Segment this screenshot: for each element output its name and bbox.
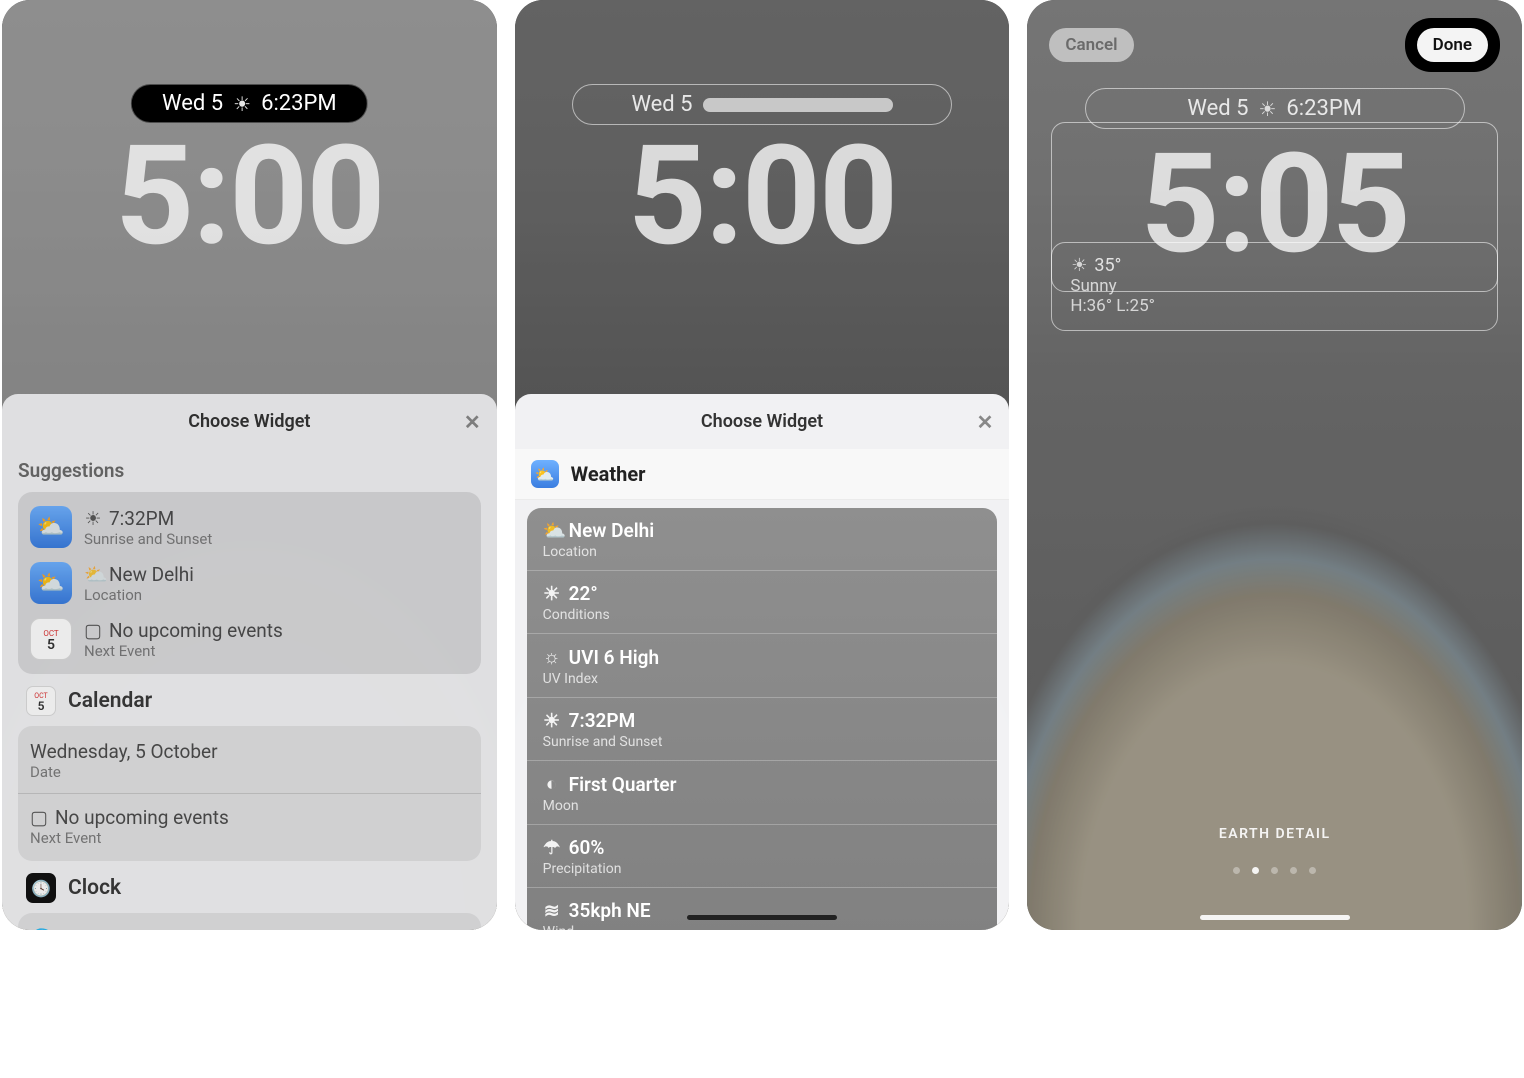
wallpaper-name: EARTH DETAIL (1027, 826, 1522, 842)
sunset-icon: ☀ (543, 709, 561, 732)
list-item[interactable]: Wednesday, 5 October Date (18, 732, 481, 789)
weather-app-header: ⛅ Weather (515, 449, 1010, 500)
list-item[interactable]: OCT5 ▢No upcoming events Next Event (18, 612, 481, 668)
done-highlight: Done (1405, 18, 1500, 72)
date-day: Wed 5 (1187, 96, 1248, 121)
home-indicator[interactable] (687, 915, 837, 920)
clock-card: 🌐CUP 4:30 AM City (18, 913, 481, 930)
weather-widget[interactable]: ☀35° Sunny H:36° L:25° (1051, 242, 1498, 331)
done-button[interactable]: Done (1417, 28, 1488, 62)
date-day: Wed 5 (631, 92, 692, 117)
calendar-icon: ▢ (30, 806, 48, 829)
date-day: Wed 5 (162, 91, 223, 116)
list-item[interactable]: ≋35kph NEWind (527, 887, 998, 930)
sun-icon: ☀ (543, 582, 561, 605)
sunset-icon: ☀ (1258, 97, 1276, 121)
date-time: 6:23PM (261, 91, 337, 116)
lock-clock[interactable]: 5:00 (2, 115, 497, 277)
lock-clock[interactable]: 5:00 (515, 115, 1010, 277)
suggestions-heading: Suggestions (18, 459, 481, 482)
list-item[interactable]: ▢No upcoming events Next Event (18, 798, 481, 855)
list-item[interactable]: ◐First QuarterMoon (527, 760, 998, 824)
sunset-icon: ☀ (233, 92, 251, 116)
sheet-title: Choose Widget (701, 411, 823, 432)
sheet-title: Choose Widget (188, 411, 310, 432)
sunset-icon: ☀ (84, 507, 102, 530)
wind-icon: ≋ (543, 899, 561, 922)
cancel-button[interactable]: Cancel (1049, 28, 1133, 62)
sun-icon: ☀ (1070, 255, 1088, 276)
calendar-card: Wednesday, 5 October Date ▢No upcoming e… (18, 726, 481, 861)
choose-widget-sheet: Choose Widget ✕ ⛅ Weather ⛅New DelhiLoca… (515, 394, 1010, 930)
phone-panel-3: Cancel Done Wed 5 ☀ 6:23PM 5:05 ☀35° Sun… (1027, 0, 1522, 930)
moon-icon: ◐ (543, 772, 561, 796)
close-icon[interactable]: ✕ (464, 410, 481, 434)
globe-icon: 🌐 (30, 927, 48, 930)
top-buttons: Cancel Done (1027, 18, 1522, 72)
weather-icon: ⛅ (30, 562, 72, 604)
umbrella-icon: ☂ (543, 836, 561, 859)
phone-panel-2: Wed 5 5:00 Choose Widget ✕ ⛅ Weather ⛅Ne… (515, 0, 1010, 930)
clock-app-icon: 🕓 (26, 873, 56, 903)
list-item[interactable]: ☂60%Precipitation (527, 824, 998, 887)
page-dots[interactable] (1027, 867, 1522, 874)
sheet-header: Choose Widget ✕ (515, 394, 1010, 449)
phone-panel-1: Wed 5 ☀ 6:23PM 5:00 Choose Widget ✕ Sugg… (2, 0, 497, 930)
list-item[interactable]: ⛅New DelhiLocation (527, 508, 998, 570)
choose-widget-sheet: Choose Widget ✕ Suggestions ⛅ ☀7:32PM Su… (2, 394, 497, 930)
calendar-icon: ▢ (84, 619, 102, 642)
cloud-icon: ⛅ (84, 563, 102, 586)
close-icon[interactable]: ✕ (977, 410, 994, 434)
calendar-app-icon: OCT5 (26, 686, 56, 716)
weather-app-icon: ⛅ (531, 460, 559, 488)
home-indicator[interactable] (1200, 915, 1350, 920)
calendar-icon: OCT5 (30, 618, 72, 660)
suggestions-card: ⛅ ☀7:32PM Sunrise and Sunset ⛅ ⛅New Delh… (18, 492, 481, 674)
list-item[interactable]: ☀7:32PMSunrise and Sunset (527, 697, 998, 760)
date-time: 6:23PM (1286, 96, 1362, 121)
list-item[interactable]: 🌐CUP 4:30 AM City (18, 919, 481, 930)
weather-icon: ⛅ (30, 506, 72, 548)
loading-bar (703, 98, 893, 112)
list-item[interactable]: ☼UVI 6 HighUV Index (527, 633, 998, 697)
list-item[interactable]: ⛅ ☀7:32PM Sunrise and Sunset (18, 498, 481, 556)
list-item[interactable]: ☀22°Conditions (527, 570, 998, 633)
cloud-icon: ⛅ (543, 519, 561, 542)
app-section-clock[interactable]: 🕓 Clock (18, 861, 481, 913)
list-item[interactable]: ⛅ ⛅New Delhi Location (18, 556, 481, 612)
weather-widget-list: ⛅New DelhiLocation ☀22°Conditions ☼UVI 6… (527, 508, 998, 930)
sheet-header: Choose Widget ✕ (2, 394, 497, 449)
uv-icon: ☼ (543, 645, 561, 669)
app-section-calendar[interactable]: OCT5 Calendar (18, 674, 481, 726)
